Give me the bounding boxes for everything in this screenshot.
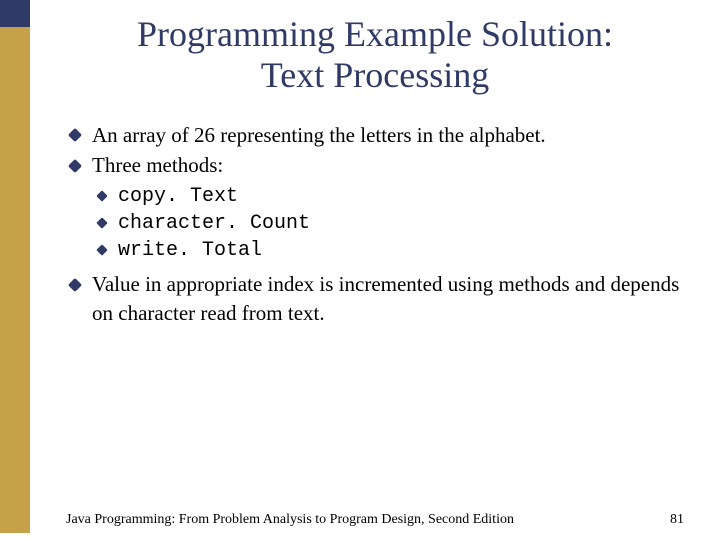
- slide-title: Programming Example Solution: Text Proce…: [66, 14, 684, 97]
- footer-page-number: 81: [670, 512, 684, 528]
- side-stripe: [0, 0, 30, 540]
- footer-book-title: Java Programming: From Problem Analysis …: [66, 512, 514, 528]
- slide-footer: Java Programming: From Problem Analysis …: [30, 512, 720, 528]
- title-line-2: Text Processing: [261, 55, 489, 95]
- stripe-gold-block: [0, 27, 30, 533]
- stripe-top-block: [0, 0, 30, 27]
- slide-content: Programming Example Solution: Text Proce…: [30, 0, 720, 540]
- sub-bullet-item: character. Count: [92, 210, 684, 237]
- sub-bullet-list: copy. Text character. Count write. Total: [92, 183, 684, 264]
- bullet-item: Three methods: copy. Text character. Cou…: [66, 151, 684, 264]
- title-line-1: Programming Example Solution:: [137, 14, 613, 54]
- bullet-item: An array of 26 representing the letters …: [66, 121, 684, 149]
- bullet-item: Value in appropriate index is incremente…: [66, 270, 684, 327]
- bullet-text: Three methods:: [92, 153, 223, 177]
- bullet-list: An array of 26 representing the letters …: [66, 121, 684, 327]
- sub-bullet-item: write. Total: [92, 237, 684, 264]
- sub-bullet-item: copy. Text: [92, 183, 684, 210]
